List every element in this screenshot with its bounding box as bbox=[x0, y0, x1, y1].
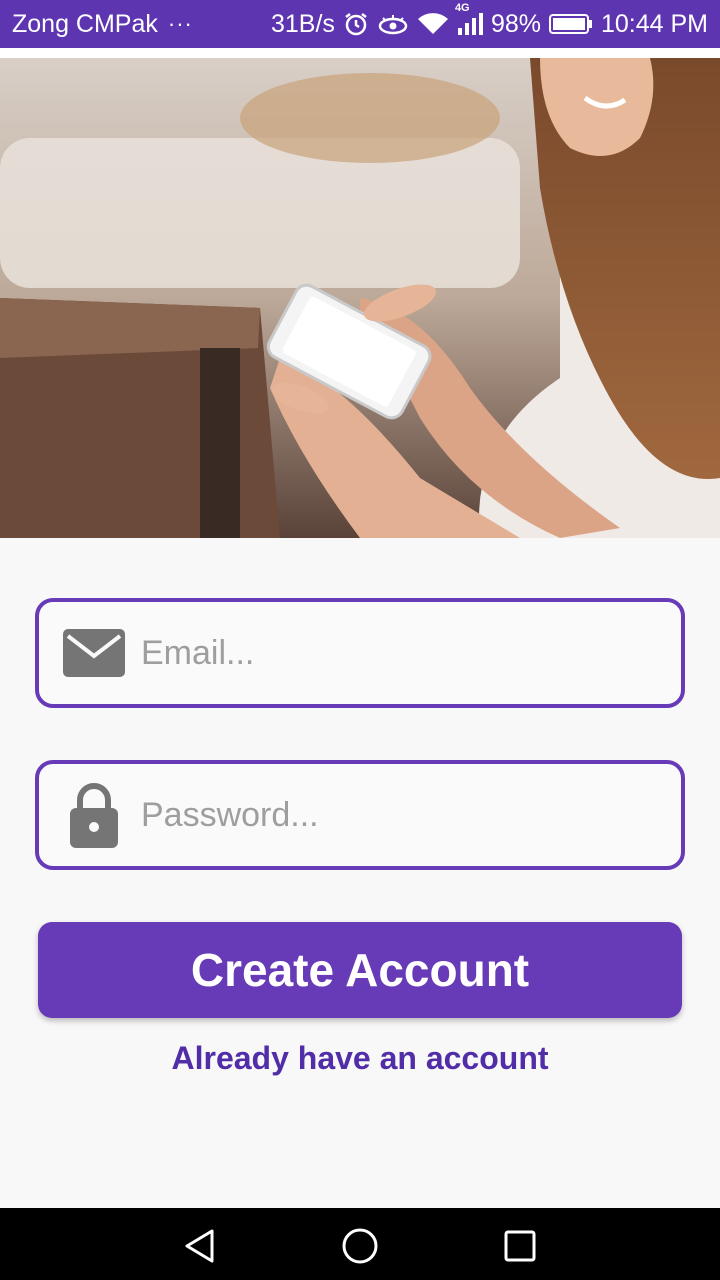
email-input[interactable] bbox=[141, 633, 621, 673]
battery-percent: 98% bbox=[490, 9, 541, 38]
alarm-icon bbox=[343, 11, 369, 37]
clock: 10:44 PM bbox=[600, 9, 708, 38]
battery-icon bbox=[548, 13, 593, 35]
lock-icon bbox=[59, 782, 129, 848]
network-speed: 31B/s bbox=[271, 9, 335, 38]
eye-icon bbox=[377, 12, 409, 36]
home-icon[interactable] bbox=[340, 1226, 380, 1266]
more-notifications-indicator: ··· bbox=[167, 11, 193, 36]
envelope-icon bbox=[59, 628, 129, 678]
carrier-group: Zong CMPak ··· bbox=[12, 10, 193, 39]
navigation-bar bbox=[0, 1208, 720, 1280]
status-bar: Zong CMPak ··· 31B/s 4G 98% 10:44 PM bbox=[0, 0, 720, 48]
woman-using-phone-photo bbox=[0, 58, 720, 538]
status-icons: 31B/s 4G 98% 10:44 PM bbox=[271, 2, 708, 39]
recents-icon[interactable] bbox=[500, 1226, 540, 1266]
signup-screen: Zong CMPak ··· 31B/s 4G 98% 10:44 PM Ema… bbox=[0, 0, 720, 1280]
password-input[interactable] bbox=[141, 795, 621, 835]
password-field[interactable] bbox=[35, 760, 685, 870]
network-type-label: 4G bbox=[454, 2, 470, 14]
signal-icon: 4G bbox=[455, 2, 483, 36]
already-have-account-link[interactable]: Already have an account bbox=[0, 1040, 720, 1077]
email-field[interactable] bbox=[35, 598, 685, 708]
wifi-icon bbox=[417, 12, 449, 36]
create-account-button[interactable]: Create Account bbox=[38, 922, 682, 1018]
back-icon[interactable] bbox=[180, 1226, 220, 1266]
carrier-name: Zong CMPak bbox=[12, 9, 158, 38]
status-divider bbox=[0, 48, 720, 58]
